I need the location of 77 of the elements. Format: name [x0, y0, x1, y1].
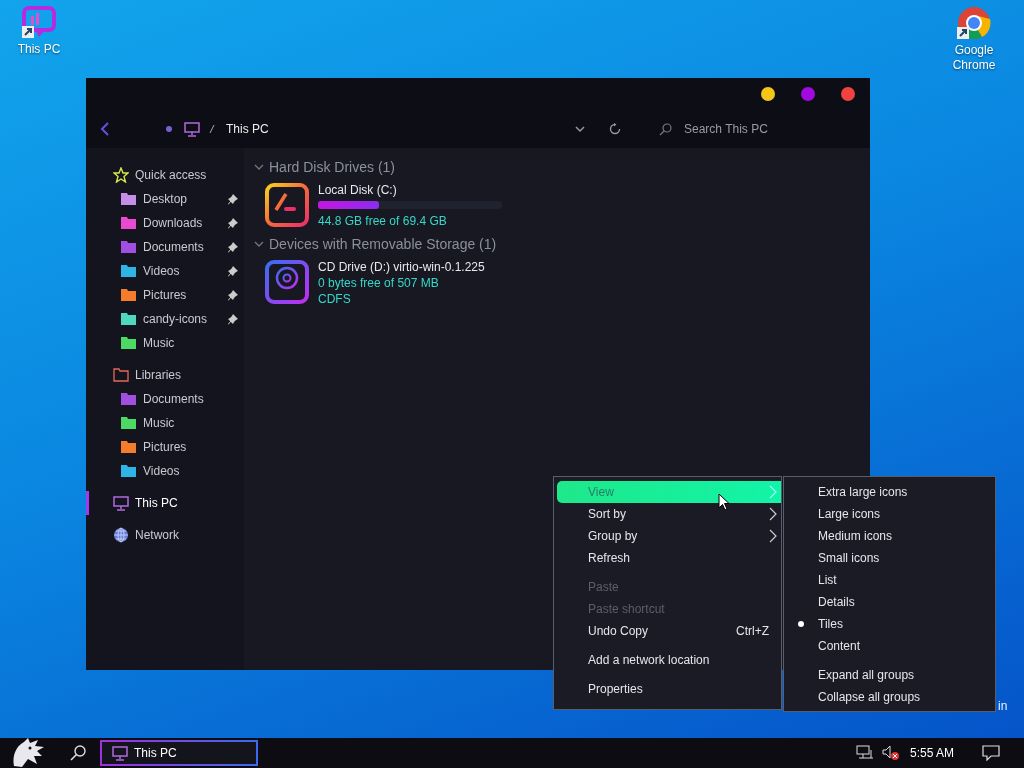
drive-name: Local Disk (C:) [318, 182, 398, 198]
group-header[interactable]: Devices with Removable Storage (1) [254, 235, 870, 253]
chevron-icon [254, 163, 264, 171]
separator-icon [208, 124, 216, 134]
taskbar-app-button[interactable]: This PC [100, 740, 258, 766]
pin-icon[interactable] [228, 289, 238, 301]
back-icon[interactable] [100, 122, 110, 136]
menu-item[interactable]: Small icons [784, 547, 995, 569]
mouse-pointer-icon [718, 493, 730, 511]
pin-icon[interactable] [228, 241, 238, 253]
menu-item[interactable]: Add a network location [557, 649, 781, 671]
menu-item[interactable]: Large icons [784, 503, 995, 525]
monitor-icon [113, 495, 129, 511]
chevron-icon [254, 240, 264, 248]
shortcut-text: Ctrl+Z [736, 624, 769, 638]
sidebar-item[interactable]: Downloads [86, 211, 244, 235]
monitor-shortcut-icon[interactable] [21, 6, 57, 40]
pin-icon[interactable] [228, 313, 238, 325]
sidebar-item[interactable]: Libraries [86, 363, 244, 387]
drive-tile[interactable]: CD Drive (D:) virtio-win-0.1.225 0 bytes free of 507 MB CDFS [254, 253, 870, 313]
star-icon [113, 167, 129, 183]
drive-name: CD Drive (D:) virtio-win-0.1.225 [318, 259, 485, 275]
sidebar-item[interactable]: Music [86, 411, 244, 435]
breadcrumb-item[interactable]: This PC [226, 122, 269, 136]
search-icon[interactable] [70, 745, 86, 761]
menu-item[interactable]: Properties [557, 678, 781, 700]
network-icon[interactable] [855, 745, 874, 761]
sidebar-item[interactable]: Documents [86, 235, 244, 259]
search-field[interactable]: Search This PC [659, 122, 774, 136]
menu-item[interactable]: Content [784, 635, 995, 657]
sidebar-item[interactable]: Pictures [86, 283, 244, 307]
window-control-button[interactable] [841, 87, 855, 101]
search-icon [659, 122, 672, 136]
menu-item[interactable]: Undo Copy Ctrl+Z [557, 620, 781, 642]
muted-speaker-icon[interactable] [881, 745, 900, 761]
desktop-text: in [998, 699, 1008, 713]
menu-item[interactable]: Collapse all groups [784, 686, 995, 708]
menu-item[interactable]: Expand all groups [784, 664, 995, 686]
monitor-icon [112, 745, 128, 761]
group-header[interactable]: Hard Disk Drives (1) [254, 158, 870, 176]
window-control-button[interactable] [761, 87, 775, 101]
sidebar-item[interactable]: Network [86, 523, 244, 547]
drive-file-system: CDFS [318, 291, 352, 307]
desktop-icon-label[interactable]: Google Chrome [946, 43, 1002, 73]
menu-item[interactable]: List [784, 569, 995, 591]
menu-item[interactable]: Details [784, 591, 995, 613]
menu-item[interactable]: Extra large icons [784, 481, 995, 503]
notification-icon[interactable] [982, 745, 1000, 761]
drive-free-space: 0 bytes free of 507 MB [318, 275, 440, 291]
sidebar-item[interactable]: Videos [86, 259, 244, 283]
hard-drive-icon [264, 182, 310, 228]
globe-icon [113, 527, 129, 543]
sidebar-item[interactable]: Desktop [86, 187, 244, 211]
folder-outline-icon [113, 368, 129, 382]
sidebar-item[interactable]: Documents [86, 387, 244, 411]
menu-item[interactable]: Tiles [784, 613, 995, 635]
clock-text[interactable]: 5:55 AM [909, 746, 954, 760]
refresh-icon[interactable] [609, 123, 621, 135]
sidebar-item[interactable]: Quick access [86, 163, 244, 187]
pin-icon[interactable] [228, 193, 238, 205]
menu-item[interactable]: Sort by [557, 503, 781, 525]
sidebar-item[interactable]: Videos [86, 459, 244, 483]
drive-free-space: 44.8 GB free of 69.4 GB [318, 213, 448, 229]
sidebar-item[interactable]: Music [86, 331, 244, 355]
monitor-icon [184, 121, 200, 137]
chrome-shortcut-icon[interactable] [956, 5, 992, 41]
pin-icon[interactable] [228, 265, 238, 277]
chevron-down-icon[interactable] [575, 125, 585, 133]
menu-item[interactable]: Refresh [557, 547, 781, 569]
optical-drive-icon [264, 259, 310, 305]
menu-item[interactable]: Group by [557, 525, 781, 547]
pin-icon[interactable] [228, 217, 238, 229]
bullet-icon [166, 126, 172, 132]
sidebar-item[interactable]: candy-icons [86, 307, 244, 331]
drive-tile[interactable]: Local Disk (C:) 44.8 GB free of 69.4 GB [254, 176, 870, 235]
menu-item[interactable]: Medium icons [784, 525, 995, 547]
sidebar-item[interactable]: Pictures [86, 435, 244, 459]
